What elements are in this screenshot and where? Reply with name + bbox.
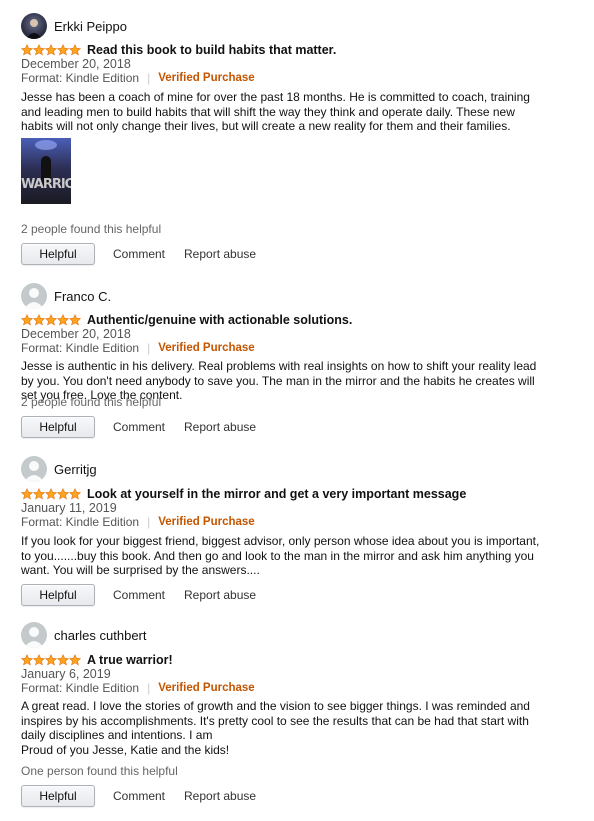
avatar[interactable] <box>21 13 47 39</box>
star-rating[interactable] <box>21 653 81 666</box>
reviewer-name[interactable]: charles cuthbert <box>54 628 147 643</box>
star-rating[interactable] <box>21 43 81 56</box>
helpful-count: One person found this helpful <box>21 764 178 778</box>
star-icon <box>69 487 81 499</box>
review-actions: Helpful Comment Report abuse <box>21 242 256 265</box>
star-icon <box>33 487 45 499</box>
helpful-button[interactable]: Helpful <box>21 242 95 265</box>
review-meta: Format: Kindle Edition | Verified Purcha… <box>21 681 255 695</box>
star-icon <box>45 43 57 55</box>
helpful-button[interactable]: Helpful <box>21 415 95 438</box>
star-icon <box>45 653 57 665</box>
report-abuse-link[interactable]: Report abuse <box>184 247 256 261</box>
review-body: Jesse has been a coach of mine for over … <box>21 90 530 133</box>
meta-divider: | <box>147 71 151 85</box>
reviewer-name[interactable]: Erkki Peippo <box>54 19 127 34</box>
verified-purchase-badge: Verified Purchase <box>158 682 255 694</box>
review-title[interactable]: Authentic/genuine with actionable soluti… <box>87 313 352 327</box>
review-image[interactable]: WARRIOR <box>21 138 71 204</box>
format-label: Format: Kindle Edition <box>21 681 140 695</box>
review-date: January 11, 2019 <box>21 501 117 515</box>
star-icon <box>45 313 57 325</box>
review-title[interactable]: Look at yourself in the mirror and get a… <box>87 487 466 501</box>
review-actions: Helpful Comment Report abuse <box>21 583 256 606</box>
helpful-button[interactable]: Helpful <box>21 784 95 807</box>
review-actions: Helpful Comment Report abuse <box>21 415 256 438</box>
meta-divider: | <box>147 515 151 529</box>
helpful-button[interactable]: Helpful <box>21 583 95 606</box>
review-title[interactable]: A true warrior! <box>87 653 173 667</box>
review-meta: Format: Kindle Edition | Verified Purcha… <box>21 71 255 85</box>
report-abuse-link[interactable]: Report abuse <box>184 588 256 602</box>
reviewer-header: charles cuthbert <box>21 622 147 648</box>
star-icon <box>57 43 69 55</box>
star-icon <box>57 653 69 665</box>
star-icon <box>57 313 69 325</box>
review-date: December 20, 2018 <box>21 57 131 71</box>
reviewer-photo-icon <box>26 19 42 39</box>
review-meta: Format: Kindle Edition | Verified Purcha… <box>21 341 255 355</box>
star-rating[interactable] <box>21 487 81 500</box>
comment-link[interactable]: Comment <box>113 247 165 261</box>
format-label: Format: Kindle Edition <box>21 341 140 355</box>
reviewer-header: Franco C. <box>21 283 111 309</box>
review-meta: Format: Kindle Edition | Verified Purcha… <box>21 515 255 529</box>
star-icon <box>57 487 69 499</box>
star-icon <box>33 43 45 55</box>
default-avatar-icon <box>24 627 44 648</box>
format-label: Format: Kindle Edition <box>21 71 140 85</box>
star-icon <box>69 313 81 325</box>
format-label: Format: Kindle Edition <box>21 515 140 529</box>
meta-divider: | <box>147 341 151 355</box>
helpful-count: 2 people found this helpful <box>21 222 162 236</box>
review-title[interactable]: Read this book to build habits that matt… <box>87 43 336 57</box>
review: Erkki Peippo Read this book to build hab… <box>21 13 581 273</box>
star-icon <box>69 653 81 665</box>
star-icon <box>33 653 45 665</box>
avatar[interactable] <box>21 456 47 482</box>
image-caption: WARRIOR <box>21 177 71 192</box>
reviewer-header: Gerritjg <box>21 456 97 482</box>
review: Gerritjg Look at yourself in the mirror … <box>21 456 581 611</box>
verified-purchase-badge: Verified Purchase <box>158 72 255 84</box>
star-rating[interactable] <box>21 313 81 326</box>
reviewer-header: Erkki Peippo <box>21 13 127 39</box>
comment-link[interactable]: Comment <box>113 420 165 434</box>
star-icon <box>33 313 45 325</box>
rating-title-row: Look at yourself in the mirror and get a… <box>21 486 466 501</box>
star-icon <box>21 653 33 665</box>
star-icon <box>21 313 33 325</box>
meta-divider: | <box>147 681 151 695</box>
star-icon <box>21 487 33 499</box>
star-icon <box>69 43 81 55</box>
reviewer-name[interactable]: Franco C. <box>54 289 111 304</box>
comment-link[interactable]: Comment <box>113 588 165 602</box>
rating-title-row: Authentic/genuine with actionable soluti… <box>21 312 352 327</box>
default-avatar-icon <box>24 461 44 482</box>
star-icon <box>21 43 33 55</box>
review-list: Erkki Peippo Read this book to build hab… <box>0 0 594 821</box>
report-abuse-link[interactable]: Report abuse <box>184 789 256 803</box>
review-body: If you look for your biggest friend, big… <box>21 534 540 577</box>
helpful-count: 2 people found this helpful <box>21 395 162 409</box>
verified-purchase-badge: Verified Purchase <box>158 516 255 528</box>
report-abuse-link[interactable]: Report abuse <box>184 420 256 434</box>
reviewer-name[interactable]: Gerritjg <box>54 462 97 477</box>
review-date: December 20, 2018 <box>21 327 131 341</box>
review: charles cuthbert A true warrior! January… <box>21 622 581 812</box>
rating-title-row: A true warrior! <box>21 652 173 667</box>
stage-light <box>35 140 57 150</box>
review-body: A great read. I love the stories of grow… <box>21 699 530 757</box>
review-date: January 6, 2019 <box>21 667 111 681</box>
default-avatar-icon <box>24 288 44 309</box>
review: Franco C. Authentic/genuine with actiona… <box>21 283 581 443</box>
rating-title-row: Read this book to build habits that matt… <box>21 42 336 57</box>
verified-purchase-badge: Verified Purchase <box>158 342 255 354</box>
avatar[interactable] <box>21 283 47 309</box>
comment-link[interactable]: Comment <box>113 789 165 803</box>
star-icon <box>45 487 57 499</box>
review-actions: Helpful Comment Report abuse <box>21 784 256 807</box>
avatar[interactable] <box>21 622 47 648</box>
